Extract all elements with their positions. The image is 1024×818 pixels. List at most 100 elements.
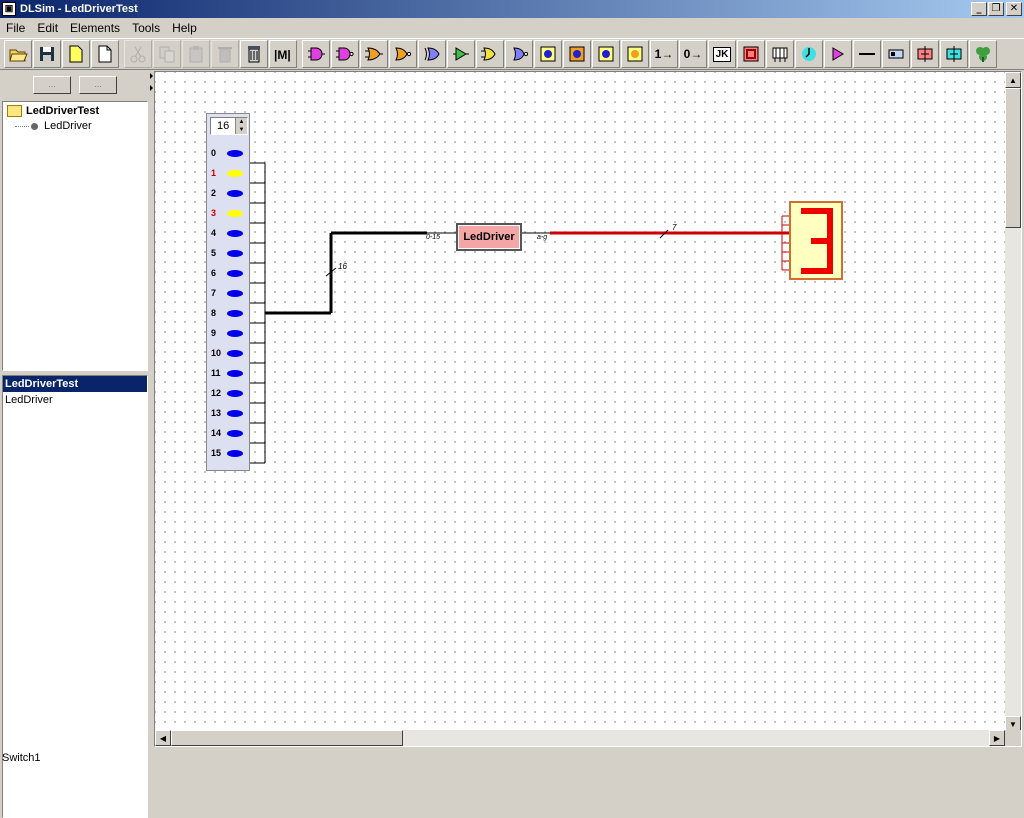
buffer-icon [453,47,469,61]
nand-gate-button[interactable] [331,40,359,68]
led-blue-icon [540,46,556,62]
constant-zero-button[interactable]: 0→ [679,40,707,68]
switch-bit-label: 11 [211,368,221,378]
switch-bit[interactable]: 6 [209,266,249,280]
left-panel: ... ... LedDriverTest LedDriver LedDrive… [0,71,150,818]
led-driver-component[interactable]: LedDriver [456,223,522,251]
constant-one-button[interactable]: 1→ [650,40,678,68]
switch-button[interactable] [882,40,910,68]
tree-child-item[interactable]: LedDriver [15,120,92,132]
delete-button[interactable] [211,40,239,68]
tree-root-item[interactable]: LedDriverTest [7,105,99,117]
switch-bit[interactable]: 15 [209,446,249,460]
led-orange2-button[interactable] [621,40,649,68]
xnor-gate-icon [513,47,529,61]
led-orange-button[interactable] [563,40,591,68]
switch-bit[interactable]: 1 [209,166,249,180]
buffer-button[interactable] [447,40,475,68]
scroll-up-icon[interactable]: ▲ [1005,72,1021,88]
width-spinner[interactable]: 16 ▲ ▼ [210,117,248,135]
left-panel-button-1[interactable]: ... [33,76,71,94]
switch-bit[interactable]: 8 [209,306,249,320]
paste-button[interactable] [182,40,210,68]
save-button[interactable] [33,40,61,68]
menu-help[interactable]: Help [166,21,203,35]
horizontal-scroll-thumb[interactable] [171,730,403,746]
switch-bit[interactable]: 12 [209,386,249,400]
or-gate-button[interactable] [360,40,388,68]
led-blue2-button[interactable] [592,40,620,68]
wires-layer [250,162,789,464]
new-project-button[interactable] [62,40,90,68]
canvas-container: 16 ▲ ▼ 0 1 2 3 4 5 6 7 8 9 10 11 12 13 14 15 LedDriver 0… [154,71,1022,747]
scroll-right-icon[interactable]: ▶ [989,730,1005,746]
menu-file[interactable]: File [0,21,31,35]
maximize-button[interactable]: ❐ [988,2,1004,16]
wire-segment[interactable] [325,267,337,277]
switch-bit[interactable]: 5 [209,246,249,260]
clear-button[interactable] [240,40,268,68]
switch-bit[interactable]: 10 [209,346,249,360]
close-button[interactable]: ✕ [1006,2,1022,16]
inverter-button[interactable] [476,40,504,68]
switch-bit[interactable]: 14 [209,426,249,440]
switch-bit[interactable]: 4 [209,226,249,240]
merger-icon [946,46,962,62]
component-button[interactable] [969,40,997,68]
switch-bit-label: 2 [211,188,217,198]
compile-button[interactable]: |M| [269,40,297,68]
new-file-button[interactable] [91,40,119,68]
menu-tools[interactable]: Tools [126,21,166,35]
switch-led-icon [227,269,243,277]
switch-bit[interactable]: 3 [209,206,249,220]
led-blue2-icon [598,46,614,62]
switch-bit[interactable]: 7 [209,286,249,300]
left-panel-button-2[interactable]: ... [79,76,117,94]
switch-bit-label: 13 [211,408,222,418]
seven-segment-display[interactable] [789,201,843,280]
toolbar: |M| 1→ 0→ JK [0,38,1024,70]
led-blue-button[interactable] [534,40,562,68]
cut-button[interactable] [124,40,152,68]
switch-bank[interactable]: 16 ▲ ▼ 0 1 2 3 4 5 6 7 8 9 10 11 12 13 14 15 [206,113,250,471]
and-gate-button[interactable] [302,40,330,68]
open-button[interactable] [4,40,32,68]
switch-bit[interactable]: 13 [209,406,249,420]
switch-bit[interactable]: 9 [209,326,249,340]
switch-bit[interactable]: 0 [209,146,249,160]
new-project-icon [69,45,83,63]
minimize-button[interactable]: _ [971,2,987,16]
project-tree[interactable]: LedDriverTest LedDriver [2,101,148,371]
vertical-scrollbar[interactable]: ▲ ▼ [1005,72,1021,732]
switch-bit[interactable]: 2 [209,186,249,200]
register-button[interactable] [737,40,765,68]
xor-gate-button[interactable] [418,40,446,68]
menu-elements[interactable]: Elements [64,21,126,35]
switch-bit-label: 4 [211,228,217,238]
horizontal-scrollbar[interactable]: ◀ ▶ [155,730,1005,746]
list-item[interactable]: LedDriver [3,392,147,408]
wire-segment[interactable] [659,229,669,239]
switch-led-icon [227,409,243,417]
vertical-scroll-thumb[interactable] [1005,88,1021,228]
svg-text:|M|: |M| [274,48,291,62]
switch-bit-label: 10 [211,348,222,358]
splitter-button[interactable] [911,40,939,68]
circuit-canvas[interactable]: 16 ▲ ▼ 0 1 2 3 4 5 6 7 8 9 10 11 12 13 14 15 LedDriver 0… [155,72,1005,732]
clock-button[interactable] [795,40,823,68]
led-orange2-icon [627,46,643,62]
spinner-arrows-icon[interactable]: ▲ ▼ [235,118,247,134]
switch-bit[interactable]: 11 [209,366,249,380]
scroll-left-icon[interactable]: ◀ [155,730,171,746]
menu-edit[interactable]: Edit [31,21,64,35]
xnor-gate-button[interactable] [505,40,533,68]
bus-button[interactable] [766,40,794,68]
probe-button[interactable] [824,40,852,68]
jk-flipflop-button[interactable]: JK [708,40,736,68]
copy-button[interactable] [153,40,181,68]
nor-gate-button[interactable] [389,40,417,68]
switch-led-icon [227,369,243,377]
wire-button[interactable] [853,40,881,68]
merger-button[interactable] [940,40,968,68]
list-item[interactable]: LedDriverTest [3,376,147,392]
